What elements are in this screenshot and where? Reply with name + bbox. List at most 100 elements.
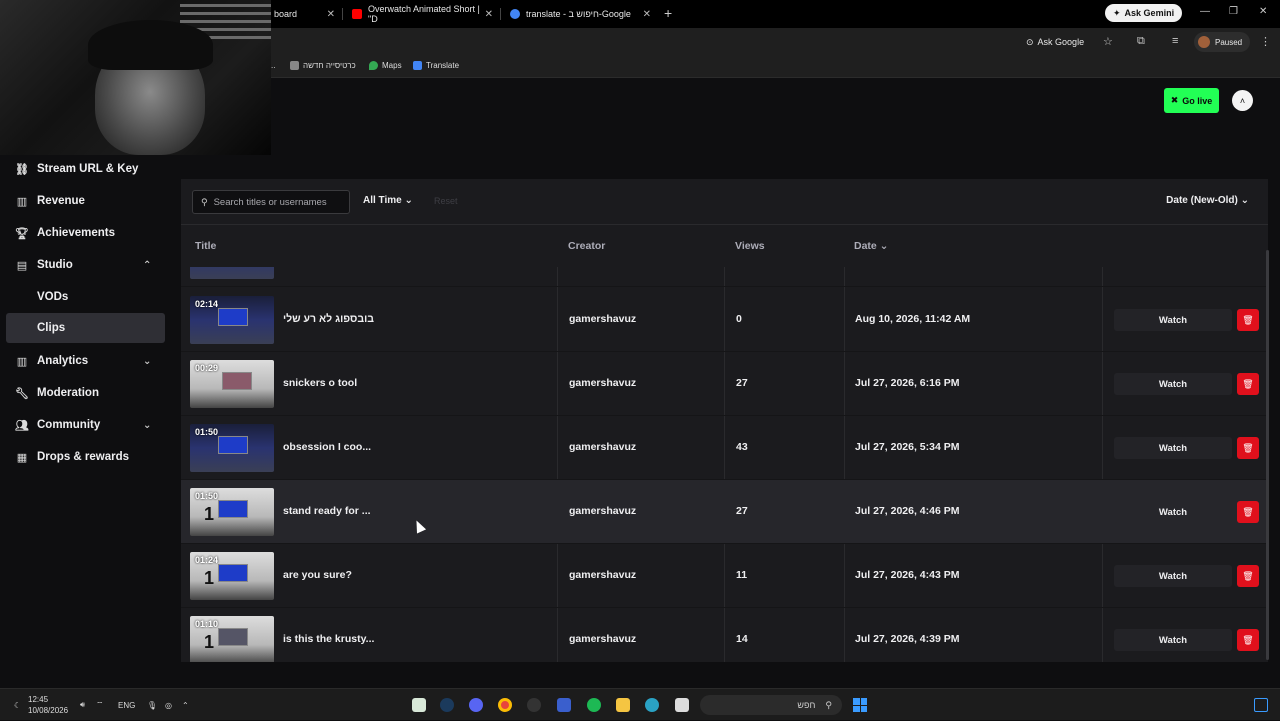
folder-icon[interactable] bbox=[616, 698, 630, 712]
chevron-down-icon: ⌄ bbox=[404, 195, 413, 206]
tab-dashboard[interactable]: board ✕ bbox=[266, 2, 341, 26]
sidebar-item-clips[interactable]: Clips bbox=[6, 313, 165, 343]
star-icon[interactable]: ☆ bbox=[1103, 35, 1113, 48]
clip-thumbnail[interactable] bbox=[190, 267, 274, 279]
bookmark-maps[interactable]: Maps bbox=[369, 61, 402, 70]
clip-title: are you sure? bbox=[283, 569, 352, 581]
sidebar-item-analytics[interactable]: ▥ Analytics ⌄ bbox=[0, 346, 170, 376]
trash-icon: 🗑︎ bbox=[1242, 570, 1254, 581]
close-icon[interactable]: ✕ bbox=[327, 9, 335, 20]
delete-button[interactable]: 🗑︎ bbox=[1237, 629, 1259, 651]
sidebar-item-drops[interactable]: ▦ Drops & rewards bbox=[0, 442, 170, 472]
clip-thumbnail[interactable]: 01:10 1 bbox=[190, 616, 274, 662]
ask-gemini-button[interactable]: ✦ Ask Gemini bbox=[1105, 4, 1183, 22]
restore-icon[interactable]: ❐ bbox=[1229, 6, 1238, 17]
media-icon[interactable]: ≡ bbox=[1172, 35, 1178, 47]
language-indicator[interactable]: ENG bbox=[118, 689, 135, 721]
tab-overwatch[interactable]: Overwatch Animated Short | "D ✕ bbox=[344, 2, 499, 26]
delete-button[interactable]: 🗑︎ bbox=[1237, 565, 1259, 587]
delete-button[interactable]: 🗑︎ bbox=[1237, 309, 1259, 331]
moon-icon[interactable]: ☾ bbox=[14, 689, 21, 721]
wifi-icon[interactable]: ⌔ bbox=[96, 689, 104, 721]
microphone-icon[interactable]: 🎙︎ bbox=[147, 689, 157, 721]
bookmark-new-tab[interactable]: כרטיסייה חדשה bbox=[290, 61, 356, 70]
time-range-dropdown[interactable]: All Time ⌄ bbox=[363, 195, 413, 206]
column-date[interactable]: Date ⌄ bbox=[854, 240, 888, 252]
delete-button[interactable]: 🗑︎ bbox=[1237, 501, 1259, 523]
edge-icon[interactable] bbox=[645, 698, 659, 712]
app-icon[interactable] bbox=[675, 698, 689, 712]
webcam-overlay bbox=[0, 0, 271, 155]
chevron-up-icon[interactable]: ⌃ bbox=[182, 689, 189, 721]
watch-button[interactable]: Watch bbox=[1114, 629, 1232, 651]
avatar bbox=[1198, 36, 1210, 48]
table-row[interactable]: 00:29 snickers o tool gamershavuz 27 Jul… bbox=[181, 352, 1268, 416]
chat-icon[interactable]: ◎ bbox=[165, 689, 172, 721]
sidebar-item-revenue[interactable]: ▥ Revenue bbox=[0, 186, 170, 216]
bookmark-ellipsis[interactable]: .. bbox=[271, 61, 275, 70]
sidebar-item-stream-url[interactable]: ⛓ Stream URL & Key bbox=[0, 154, 170, 184]
taskbar-search[interactable]: חפש ⚲ bbox=[700, 695, 842, 715]
column-creator[interactable]: Creator bbox=[568, 240, 605, 252]
watch-button[interactable]: Watch bbox=[1114, 501, 1232, 523]
user-menu-button[interactable]: ˄ bbox=[1232, 90, 1253, 111]
notes-app-icon[interactable] bbox=[412, 698, 426, 712]
sidebar-item-vods[interactable]: VODs bbox=[0, 282, 170, 312]
notification-icon[interactable] bbox=[1254, 698, 1268, 712]
steam-icon[interactable] bbox=[440, 698, 454, 712]
extensions-icon[interactable]: ⧉ bbox=[1137, 35, 1145, 48]
close-icon[interactable]: ✕ bbox=[643, 9, 651, 20]
sidebar-item-community[interactable]: 👥︎ Community ⌄ bbox=[0, 410, 170, 440]
clip-thumbnail[interactable]: 01:24 1 bbox=[190, 552, 274, 600]
windows-start-icon[interactable] bbox=[853, 698, 867, 712]
ask-google-button[interactable]: ⊙ Ask Google bbox=[1026, 33, 1084, 51]
volume-icon[interactable]: 🔊︎ bbox=[80, 689, 85, 721]
close-icon[interactable]: ✕ bbox=[485, 9, 493, 20]
table-row[interactable]: 01:24 1 are you sure? gamershavuz 11 Jul… bbox=[181, 544, 1268, 608]
profile-button[interactable]: Paused bbox=[1194, 32, 1251, 52]
delete-button[interactable]: 🗑︎ bbox=[1237, 373, 1259, 395]
clip-views: 43 bbox=[736, 441, 748, 453]
watch-button[interactable]: Watch bbox=[1114, 373, 1232, 395]
obs-icon[interactable] bbox=[527, 698, 541, 712]
sidebar-item-label: Drops & rewards bbox=[37, 451, 130, 463]
table-row[interactable]: 02:14 בובספוג לא רע שלי gamershavuz 0 Au… bbox=[181, 288, 1268, 352]
system-clock[interactable]: 12:45 10/08/2026 bbox=[28, 694, 68, 716]
sidebar-item-achievements[interactable]: 🏆︎ Achievements bbox=[0, 218, 170, 248]
table-row[interactable]: 01:50 1 stand ready for ... gamershavuz … bbox=[181, 480, 1268, 544]
plus-icon[interactable]: + bbox=[664, 5, 672, 21]
clip-thumbnail[interactable]: 01:50 bbox=[190, 424, 274, 472]
watch-button[interactable]: Watch bbox=[1114, 565, 1232, 587]
tab-translate[interactable]: translate - חיפוש ב-Google ✕ bbox=[502, 2, 657, 26]
more-menu-icon[interactable]: ⋮ bbox=[1260, 35, 1271, 48]
discord-icon[interactable] bbox=[469, 698, 483, 712]
column-title[interactable]: Title bbox=[195, 240, 216, 252]
clip-thumbnail[interactable]: 01:50 1 bbox=[190, 488, 274, 536]
table-row[interactable]: 01:50 obsession I coo... gamershavuz 43 … bbox=[181, 416, 1268, 480]
sidebar-item-moderation[interactable]: 🔧︎ Moderation bbox=[0, 378, 170, 408]
search-box[interactable]: ⚲ bbox=[192, 190, 350, 214]
go-live-button[interactable]: ✖ Go live bbox=[1164, 88, 1219, 113]
tab-divider bbox=[342, 8, 343, 20]
watch-button[interactable]: Watch bbox=[1114, 437, 1232, 459]
search-input[interactable] bbox=[213, 196, 344, 208]
minimize-icon[interactable]: — bbox=[1200, 6, 1210, 17]
table-row[interactable] bbox=[181, 267, 1268, 287]
clip-duration: 02:14 bbox=[195, 299, 219, 309]
table-row[interactable]: 01:10 1 is this the krusty... gamershavu… bbox=[181, 608, 1268, 662]
clip-thumbnail[interactable]: 02:14 bbox=[190, 296, 274, 344]
watch-button[interactable]: Watch bbox=[1114, 309, 1232, 331]
column-views[interactable]: Views bbox=[735, 240, 765, 252]
clip-thumbnail[interactable]: 00:29 bbox=[190, 360, 274, 408]
sort-dropdown[interactable]: Date (New-Old) ⌄ bbox=[1166, 195, 1249, 206]
scrollbar[interactable] bbox=[1266, 250, 1269, 660]
app-icon[interactable] bbox=[557, 698, 571, 712]
spotify-icon[interactable] bbox=[587, 698, 601, 712]
reset-button[interactable]: Reset bbox=[434, 196, 458, 206]
clip-duration: 01:50 bbox=[195, 491, 219, 501]
bookmark-translate[interactable]: Translate bbox=[413, 61, 459, 70]
sidebar-item-studio[interactable]: ▤ Studio ⌃ bbox=[0, 250, 170, 280]
chrome-icon[interactable] bbox=[498, 698, 512, 712]
delete-button[interactable]: 🗑︎ bbox=[1237, 437, 1259, 459]
close-window-icon[interactable]: ✕ bbox=[1259, 6, 1267, 17]
